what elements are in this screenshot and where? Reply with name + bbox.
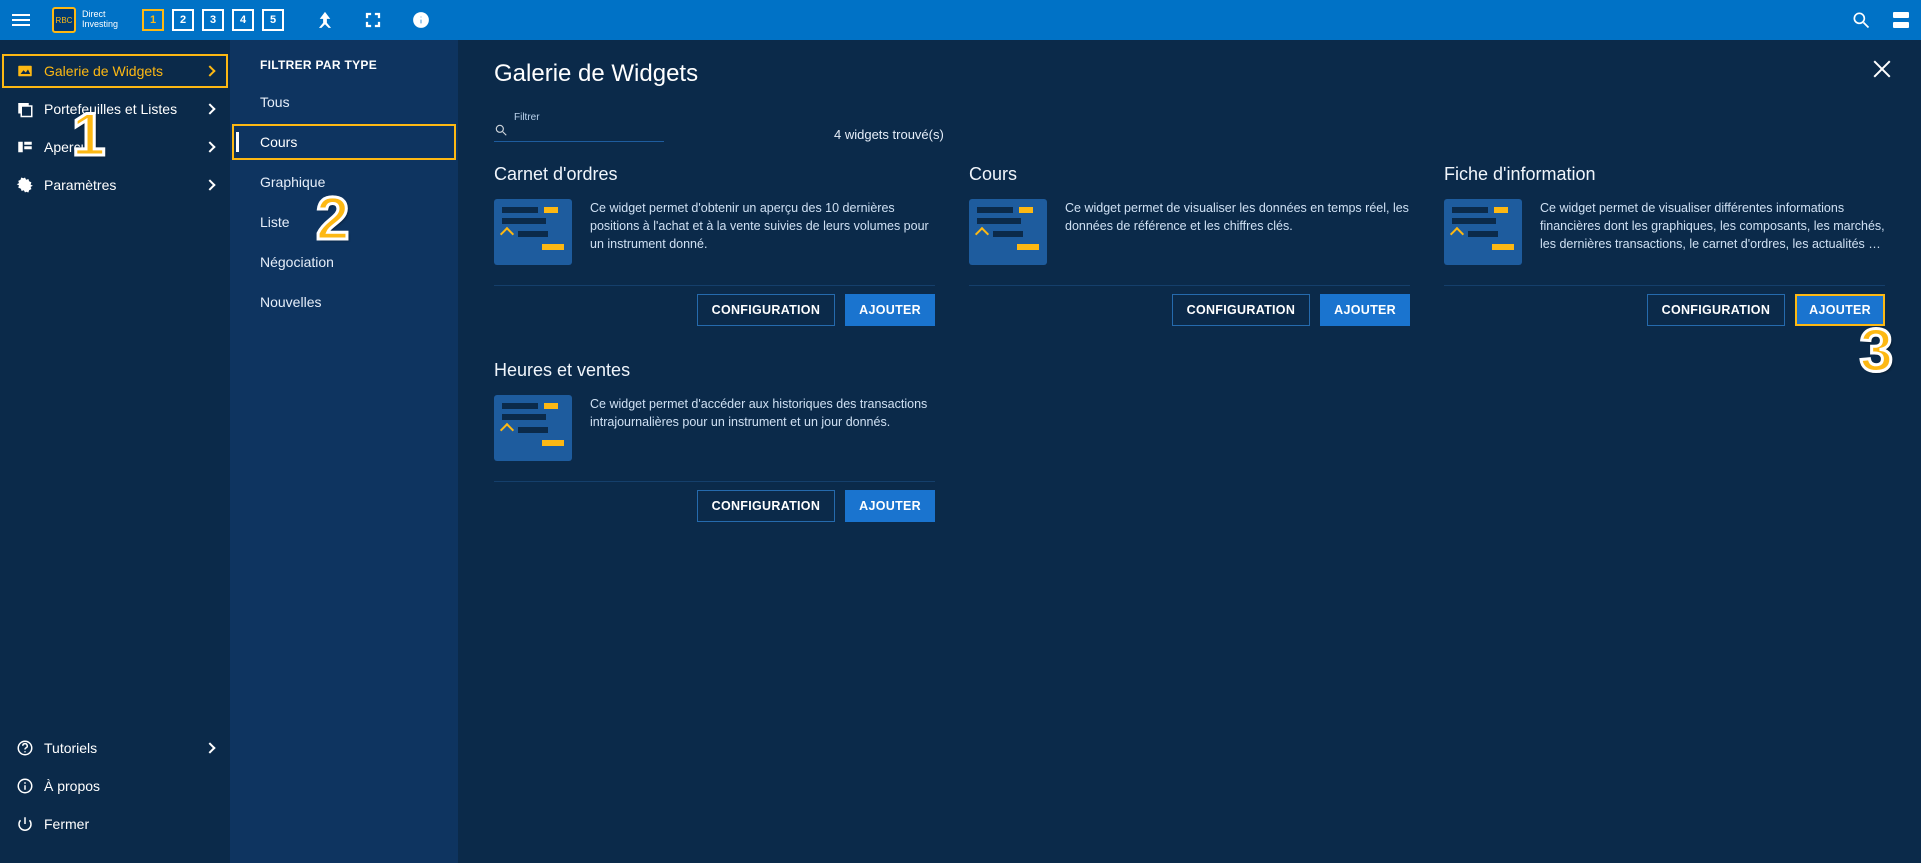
config-button[interactable]: CONFIGURATION	[1647, 294, 1786, 326]
filter-item-news[interactable]: Nouvelles	[230, 282, 458, 322]
filter-item-list[interactable]: Liste	[230, 202, 458, 242]
chevron-right-icon	[204, 742, 215, 753]
sidebar-item-overviews[interactable]: Aperçus	[0, 128, 230, 166]
filter-item-quotes[interactable]: Cours	[230, 122, 458, 162]
gear-icon	[16, 176, 34, 194]
search-icon-small	[494, 123, 508, 137]
result-count: 4 widgets trouvé(s)	[834, 127, 944, 142]
sidebar-item-widget-gallery[interactable]: Galerie de Widgets	[0, 52, 230, 90]
chevron-right-icon	[204, 103, 215, 114]
main-panel: Galerie de Widgets Filtrer 4 widgets tro…	[458, 40, 1921, 863]
filter-heading: FILTRER PAR TYPE	[230, 58, 458, 82]
chevron-right-icon	[204, 65, 215, 76]
widget-card-factsheet: Fiche d'information Ce widget permet de …	[1444, 164, 1885, 326]
sidebar-item-close[interactable]: Fermer	[0, 805, 230, 843]
menu-icon[interactable]	[12, 14, 30, 26]
search-icon[interactable]	[1851, 10, 1871, 30]
sidebar-item-portfolios[interactable]: Portefeuilles et Listes	[0, 90, 230, 128]
filter-search[interactable]: Filtrer	[494, 112, 664, 142]
power-icon	[16, 815, 34, 833]
card-title: Cours	[969, 164, 1410, 185]
widget-card-quotes: Cours Ce widget permet de visualiser les…	[969, 164, 1410, 326]
chevron-right-icon	[204, 179, 215, 190]
card-title: Heures et ventes	[494, 360, 935, 381]
workspace-5[interactable]: 5	[262, 9, 284, 31]
card-description: Ce widget permet d'obtenir un aperçu des…	[590, 199, 935, 265]
sidebar-item-tutorials[interactable]: Tutoriels	[0, 729, 230, 767]
page-title: Galerie de Widgets	[494, 60, 1885, 88]
sidebar-item-label: Aperçus	[44, 139, 196, 155]
card-description: Ce widget permet de visualiser différent…	[1540, 199, 1885, 265]
topbar: RBC DirectInvesting 1 2 3 4 5	[0, 0, 1921, 40]
brand-text: DirectInvesting	[82, 10, 118, 30]
sidebar-item-settings[interactable]: Paramètres	[0, 166, 230, 204]
workspace-2[interactable]: 2	[172, 9, 194, 31]
fullscreen-icon[interactable]	[364, 11, 382, 29]
brand-logo[interactable]: RBC DirectInvesting	[52, 7, 118, 33]
card-title: Fiche d'information	[1444, 164, 1885, 185]
workspace-4[interactable]: 4	[232, 9, 254, 31]
callout-3: 3	[1860, 316, 1893, 385]
config-button[interactable]: CONFIGURATION	[1172, 294, 1311, 326]
widget-card-time-sales: Heures et ventes Ce widget permet d'accé…	[494, 360, 935, 522]
filter-item-all[interactable]: Tous	[230, 82, 458, 122]
card-thumbnail	[494, 395, 572, 461]
add-button[interactable]: AJOUTER	[1795, 294, 1885, 326]
filter-item-trading[interactable]: Négociation	[230, 242, 458, 282]
info-outline-icon	[16, 777, 34, 795]
help-icon	[16, 739, 34, 757]
workspace-1[interactable]: 1	[142, 9, 164, 31]
sidebar-item-label: Galerie de Widgets	[44, 63, 196, 79]
add-button[interactable]: AJOUTER	[845, 490, 935, 522]
widget-card-order-book: Carnet d'ordres Ce widget permet d'obten…	[494, 164, 935, 326]
chevron-right-icon	[204, 141, 215, 152]
workspace-3[interactable]: 3	[202, 9, 224, 31]
config-button[interactable]: CONFIGURATION	[697, 294, 836, 326]
search-input[interactable]	[514, 123, 654, 141]
filter-column: FILTRER PAR TYPE Tous Cours Graphique Li…	[230, 40, 458, 863]
sidebar-item-label: Paramètres	[44, 177, 196, 193]
sidebar-item-label: À propos	[44, 778, 214, 794]
search-label: Filtrer	[514, 112, 654, 123]
panel-icon[interactable]	[1893, 12, 1909, 28]
card-thumbnail	[1444, 199, 1522, 265]
sidebar-item-label: Portefeuilles et Listes	[44, 101, 196, 117]
workspace-group: 1 2 3 4 5	[142, 9, 284, 31]
add-button[interactable]: AJOUTER	[1320, 294, 1410, 326]
sidebar-item-label: Tutoriels	[44, 740, 196, 756]
close-icon[interactable]	[1869, 56, 1895, 82]
portfolios-icon	[16, 100, 34, 118]
card-title: Carnet d'ordres	[494, 164, 935, 185]
card-description: Ce widget permet de visualiser les donné…	[1065, 199, 1410, 265]
config-button[interactable]: CONFIGURATION	[697, 490, 836, 522]
card-thumbnail	[494, 199, 572, 265]
overview-icon	[16, 138, 34, 156]
card-description: Ce widget permet d'accéder aux historiqu…	[590, 395, 935, 461]
sidebar: Galerie de Widgets Portefeuilles et List…	[0, 40, 230, 863]
card-thumbnail	[969, 199, 1047, 265]
sidebar-item-label: Fermer	[44, 816, 214, 832]
brand-sub: RBC	[56, 16, 73, 25]
add-button[interactable]: AJOUTER	[845, 294, 935, 326]
merge-icon[interactable]	[316, 11, 334, 29]
gallery-icon	[16, 62, 34, 80]
sidebar-item-about[interactable]: À propos	[0, 767, 230, 805]
info-icon[interactable]	[412, 11, 430, 29]
filter-item-chart[interactable]: Graphique	[230, 162, 458, 202]
